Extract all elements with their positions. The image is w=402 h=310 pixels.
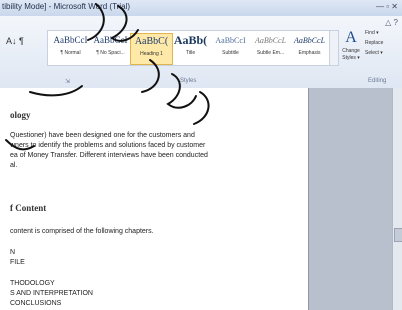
style-sample: AaBbC(	[134, 36, 169, 47]
style-sample: AaBbCcI	[215, 36, 246, 45]
style-emphasis[interactable]: AaBbCcL Emphasis	[289, 33, 330, 63]
style-sample: AaBbCcL	[254, 36, 287, 45]
style-sample: AaBbCcI	[53, 35, 88, 45]
ribbon: △ ? A↓ ¶ AaBbCcI ¶ Normal AaBbCcI ¶ No S…	[0, 16, 402, 89]
window-title: tibility Mode] - Microsoft Word (Trial)	[2, 2, 131, 11]
help-icon[interactable]: △ ?	[385, 18, 398, 27]
quick-styles-gallery: AaBbCcI ¶ Normal AaBbCcI ¶ No Spaci... A…	[47, 30, 330, 66]
style-name: Subtle Em...	[256, 50, 285, 56]
list-item: S AND INTERPRETATION	[10, 290, 93, 297]
heading-methodology: ology	[10, 110, 31, 120]
window-controls[interactable]: — ▫ ✕	[376, 2, 398, 11]
style-name: Title	[185, 50, 196, 56]
document-page[interactable]: ology Questioner) have been designed one…	[0, 88, 309, 310]
paragraph-line: wners to identify the problems and solut…	[10, 142, 206, 149]
select-button[interactable]: Select ▾	[365, 48, 402, 58]
styles-gallery-scroll[interactable]	[329, 30, 339, 66]
style-sample: AaBbCcI	[93, 35, 128, 45]
list-item: FILE	[10, 259, 25, 266]
list-item: CONCLUSIONS	[10, 300, 62, 307]
style-heading-1[interactable]: AaBbC( Heading 1	[130, 33, 173, 65]
style-title[interactable]: AaBb( Title	[170, 33, 211, 63]
find-button[interactable]: Find ▾	[365, 28, 402, 38]
list-item: N	[10, 249, 16, 256]
sort-pilcrow-icons[interactable]: A↓ ¶	[6, 36, 24, 46]
style-subtle-emphasis[interactable]: AaBbCcL Subtle Em...	[250, 33, 291, 63]
scrollbar-thumb[interactable]	[394, 228, 402, 242]
style-normal[interactable]: AaBbCcI ¶ Normal	[50, 33, 91, 63]
document-area: ology Questioner) have been designed one…	[0, 88, 398, 310]
editing-group-label: Editing	[368, 78, 387, 84]
style-name: Emphasis	[298, 50, 321, 56]
style-no-spacing[interactable]: AaBbCcI ¶ No Spaci...	[90, 33, 131, 63]
style-sample: AaBbCcL	[293, 36, 326, 45]
style-sample: AaBb(	[173, 33, 208, 47]
styles-group-label: Styles	[180, 78, 197, 84]
style-name: ¶ No Spaci...	[96, 50, 125, 56]
paragraph-line: Questioner) have been designed one for t…	[10, 132, 195, 139]
paragraph-line: al.	[10, 162, 18, 169]
replace-button[interactable]: Replace	[365, 38, 402, 48]
list-item: THODOLOGY	[10, 280, 55, 287]
change-styles-icon: A	[345, 29, 357, 46]
change-styles-button[interactable]: A Change Styles ▾	[339, 28, 363, 78]
title-bar: tibility Mode] - Microsoft Word (Trial) …	[0, 0, 402, 16]
style-name: Heading 1	[140, 51, 163, 57]
editing-group: Find ▾ Replace Select ▾	[365, 28, 402, 58]
style-name: ¶ Normal	[60, 50, 81, 56]
change-styles-label: Change	[342, 48, 360, 54]
style-name: Subtitle	[222, 50, 239, 56]
paragraph-line: ea of Money Transfer. Different intervie…	[10, 152, 208, 159]
heading-table-of-content: f Content	[10, 203, 47, 213]
change-styles-label-2: Styles ▾	[342, 55, 360, 61]
paragraph-launcher-icon[interactable]: ⇲	[65, 78, 70, 85]
style-subtitle[interactable]: AaBbCcI Subtitle	[210, 33, 251, 63]
vertical-scrollbar[interactable]	[392, 88, 402, 310]
paragraph-line: content is comprised of the following ch…	[10, 228, 154, 235]
